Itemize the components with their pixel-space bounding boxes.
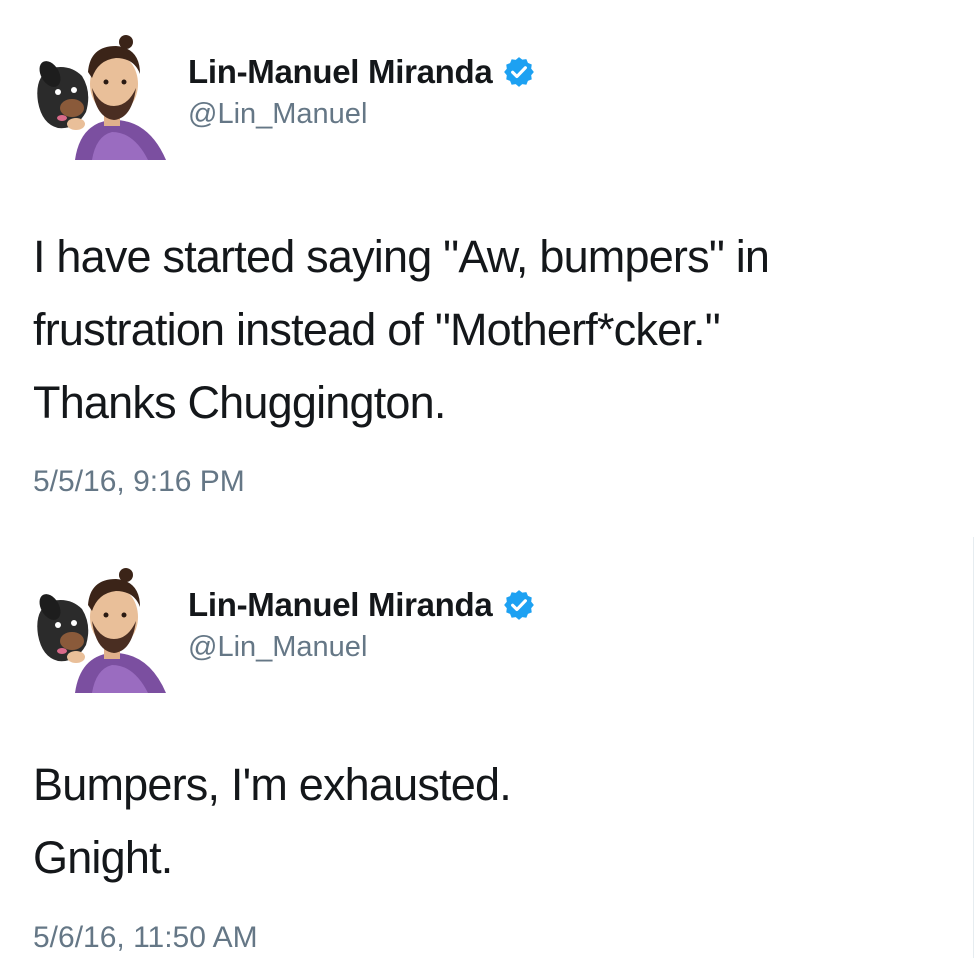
display-name-row: Lin-Manuel Miranda — [188, 50, 536, 94]
tweet-author[interactable]: Lin-Manuel Miranda @Lin_Manuel — [188, 50, 536, 131]
edge-divider — [973, 537, 974, 958]
user-handle[interactable]: @Lin_Manuel — [188, 98, 536, 131]
tweet-text: I have started saying "Aw, bumpers" in f… — [33, 231, 770, 428]
verified-badge-icon — [502, 55, 536, 89]
tweet-timestamp[interactable]: 5/5/16, 9:16 PM — [33, 465, 245, 499]
avatar[interactable] — [30, 565, 170, 693]
tweet-timestamp[interactable]: 5/6/16, 11:50 AM — [33, 921, 258, 955]
display-name-row: Lin-Manuel Miranda — [188, 583, 536, 627]
avatar[interactable] — [30, 32, 170, 160]
display-name[interactable]: Lin-Manuel Miranda — [188, 53, 493, 91]
tweet-author[interactable]: Lin-Manuel Miranda @Lin_Manuel — [188, 583, 536, 664]
verified-badge-icon — [502, 588, 536, 622]
avatar-illustration-icon — [37, 35, 166, 160]
tweet-text: Bumpers, I'm exhausted. Gnight. — [33, 759, 512, 883]
avatar-illustration-icon — [37, 568, 166, 693]
display-name[interactable]: Lin-Manuel Miranda — [188, 586, 493, 624]
user-handle[interactable]: @Lin_Manuel — [188, 631, 536, 664]
